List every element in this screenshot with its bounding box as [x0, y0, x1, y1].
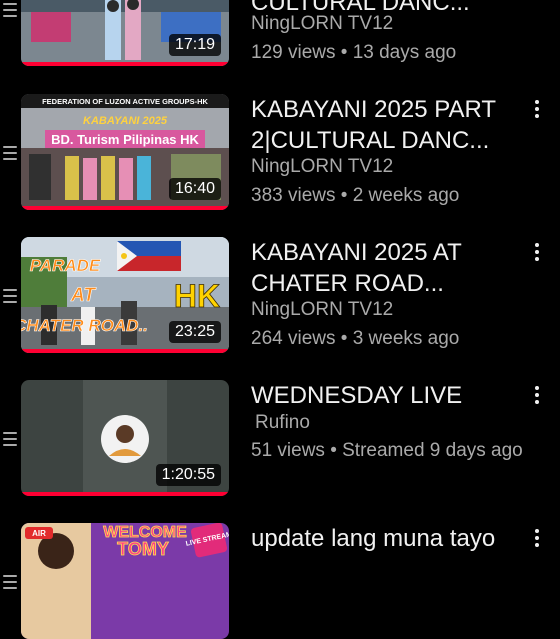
thumbnail-image: [21, 0, 229, 66]
thumb-text: BD. Turism Pilipinas HK: [51, 132, 199, 147]
drag-handle-icon[interactable]: [3, 146, 17, 164]
channel-name[interactable]: NingLORN TV12: [251, 13, 393, 35]
watch-progress-bar: [21, 492, 229, 496]
video-meta: 51 views • Streamed 9 days ago: [251, 440, 523, 461]
duration-badge: 17:19: [168, 34, 221, 56]
channel-name[interactable]: NingLORN TV12: [251, 299, 393, 321]
video-title[interactable]: KABAYANI 2025 PART 2|CULTURAL DANC...: [251, 94, 526, 156]
watch-progress-bar: [21, 206, 229, 210]
video-meta: 383 views • 2 weeks ago: [251, 185, 460, 206]
thumb-text: CHATER ROAD..: [21, 316, 148, 335]
video-meta: 264 views • 3 weeks ago: [251, 328, 460, 349]
thumb-text: KABAYANI 2025: [83, 115, 168, 127]
video-meta: 129 views • 13 days ago: [251, 42, 457, 63]
thumb-text: PARADE: [30, 256, 101, 275]
video-title[interactable]: update lang muna tayo: [251, 523, 526, 554]
video-thumbnail[interactable]: 1:20:55: [21, 380, 229, 496]
thumb-text: TOMY: [117, 539, 169, 559]
duration-badge: 16:40: [168, 178, 221, 200]
more-options-icon[interactable]: [533, 386, 541, 407]
more-options-icon[interactable]: [533, 100, 541, 121]
drag-handle-icon[interactable]: [3, 575, 17, 593]
more-options-icon[interactable]: [533, 243, 541, 264]
more-options-icon[interactable]: [533, 529, 541, 550]
thumb-text: FEDERATION OF LUZON ACTIVE GROUPS-HK: [42, 97, 208, 106]
drag-handle-icon[interactable]: [3, 289, 17, 307]
drag-handle-icon[interactable]: [3, 432, 17, 450]
duration-badge: 23:25: [168, 321, 221, 343]
thumbnail-image: AIR WELCOME TOMY LIVE STREAM: [21, 523, 229, 639]
watch-progress-bar: [21, 349, 229, 353]
video-thumbnail[interactable]: FEDERATION OF LUZON ACTIVE GROUPS-HK KAB…: [21, 94, 229, 210]
video-title[interactable]: WEDNESDAY LIVE: [251, 380, 526, 411]
thumb-text: HK: [174, 278, 220, 314]
duration-badge: 1:20:55: [155, 464, 221, 486]
drag-handle-icon[interactable]: [3, 3, 17, 21]
channel-name[interactable]: Rufino: [255, 412, 310, 434]
thumb-text: AT: [70, 285, 96, 306]
video-thumbnail[interactable]: AIR WELCOME TOMY LIVE STREAM: [21, 523, 229, 639]
video-title[interactable]: KABAYANI 2025 AT CHATER ROAD...: [251, 237, 526, 299]
thumb-text: AIR: [32, 529, 46, 538]
video-thumbnail[interactable]: PARADE AT CHATER ROAD.. HK 23:25: [21, 237, 229, 353]
channel-name[interactable]: NingLORN TV12: [251, 156, 393, 178]
video-thumbnail[interactable]: 17:19: [21, 0, 229, 66]
playlist-video-list: 17:19 CULTURAL DANC... NingLORN TV12 129…: [0, 0, 560, 639]
watch-progress-bar: [21, 62, 229, 66]
